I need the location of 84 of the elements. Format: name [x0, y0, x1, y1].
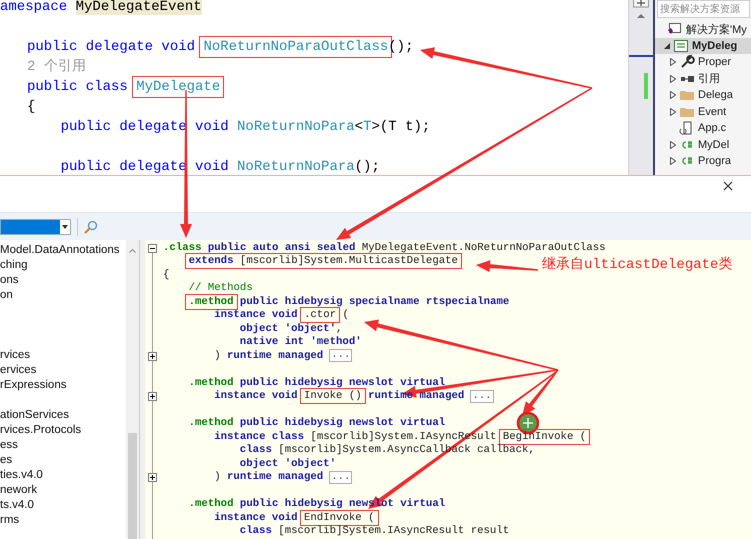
tree-item[interactable]: ching [0, 258, 126, 273]
tree-item[interactable]: ons [0, 273, 126, 288]
code-line: amespace MyDelegateEvent [0, 0, 202, 16]
change-marker [644, 73, 648, 99]
tree-item[interactable]: Delega [655, 87, 751, 104]
tree-item[interactable]: ess [0, 438, 126, 453]
project-icon [673, 38, 689, 54]
code-line: .class public auto ansi sealed MyDelegateEvent.NoReturnNoParaOutClass [163, 242, 606, 254]
collapsed-code-button[interactable]: ... [470, 390, 494, 403]
tree-item[interactable]: es [0, 453, 126, 468]
close-icon[interactable] [723, 181, 733, 191]
tree-item[interactable]: ervices [0, 363, 126, 378]
tree-item[interactable]: Progra [655, 153, 751, 170]
expand-arrow-icon[interactable] [669, 157, 677, 166]
expand-arrow-icon[interactable] [669, 108, 677, 116]
expand-arrow-icon[interactable] [669, 58, 677, 66]
tree-item[interactable]: ties.v4.0 [0, 468, 126, 483]
code-line: { [27, 98, 36, 116]
tree-item[interactable]: on [0, 288, 126, 303]
tree-item[interactable]: rvices [0, 348, 126, 363]
tree-item[interactable]: App.c [655, 120, 751, 136]
highlighted-code: EndInvoke ( [300, 510, 379, 526]
expand-arrow-icon[interactable] [669, 140, 677, 149]
code-line: class [mscorlib]System.IAsyncResult result [240, 525, 510, 538]
editor-scrollbar[interactable] [628, 0, 655, 175]
scroll-up-icon[interactable] [129, 249, 136, 253]
code-line: { [163, 268, 170, 281]
properties-icon [679, 54, 695, 70]
collapsed-code-button[interactable]: ... [329, 470, 352, 484]
code-line: public class [27, 78, 129, 96]
highlighted-code: BeginInvoke ( [498, 428, 590, 445]
tree-item[interactable]: ts.v4.0 [0, 498, 126, 513]
code-line: instance void [214, 390, 299, 402]
highlighted-code: Invoke () [300, 388, 366, 404]
split-icon[interactable] [633, 0, 649, 8]
expand-icon[interactable] [148, 473, 157, 482]
tree-item[interactable]: MyDeleg [655, 38, 751, 54]
expand-arrow-icon[interactable] [669, 74, 677, 83]
tree-item[interactable]: nework [0, 483, 126, 498]
dropdown-caret-icon[interactable] [62, 224, 68, 228]
assembly-dropdown[interactable] [0, 218, 71, 234]
collapse-arrow-icon[interactable] [663, 42, 671, 50]
code-line: ( [341, 309, 349, 322]
expand-icon[interactable] [148, 392, 157, 401]
code-line: .method public hidebysig newslot virtual [188, 417, 446, 430]
highlighted-code: .ctor [300, 307, 340, 324]
expand-arrow-icon[interactable] [669, 91, 677, 100]
tree-scrollbar[interactable] [126, 240, 139, 539]
expand-icon[interactable] [148, 352, 157, 360]
code-line: instance void [214, 309, 299, 322]
highlighted-code: MyDelegate [132, 76, 224, 98]
code-line: runtime managed [367, 390, 464, 402]
scrollbar-thumb[interactable] [128, 433, 137, 539]
tree-item[interactable]: Event [655, 104, 751, 120]
tree-item[interactable]: rExpressions [0, 378, 126, 393]
tree-item[interactable]: rms [0, 513, 126, 528]
code-line: .method public hidebysig newslot virtual [188, 376, 446, 389]
code-line: instance void [214, 512, 299, 524]
code-line: object 'object', [240, 322, 342, 335]
code-line: public delegate void [27, 38, 196, 56]
code-line: ) runtime managed [214, 471, 324, 484]
tree-item[interactable]: 引用 [655, 70, 751, 87]
code-line: public delegate void NoReturnNoPara<T>(T t); [60, 118, 430, 136]
caret-position-marker [629, 55, 653, 57]
code-line: object 'object' [240, 458, 336, 470]
search-field[interactable]: 搜索解决方案资源 [657, 0, 750, 18]
highlighted-code: extends [mscorlib]System.MulticastDelegate [184, 253, 462, 270]
annotation-arrow [476, 260, 538, 272]
highlighted-code: .method [184, 294, 238, 310]
code-line: ) runtime managed [214, 350, 324, 362]
collapsed-code-button[interactable]: ... [329, 349, 352, 362]
tree-item[interactable]: Proper [655, 54, 751, 70]
tree-item[interactable]: 解决方案'My [655, 21, 751, 38]
tree-item[interactable]: Model.DataAnnotations [0, 243, 126, 258]
tree-item[interactable]: ationServices [0, 408, 126, 423]
tree-item[interactable]: rvices.Protocols [0, 423, 126, 438]
code-line: public hidebysig specialname rtspecialname [238, 296, 510, 308]
scroll-up-icon[interactable] [637, 13, 645, 19]
search-icon[interactable] [84, 220, 98, 234]
annotation-note: 继承自ulticastDelegate类 [542, 256, 732, 274]
code-line: // Methods [188, 282, 253, 294]
code-line: native int 'method' [240, 336, 362, 348]
tree-item[interactable]: MyDel [655, 136, 751, 153]
collapse-icon[interactable] [148, 244, 157, 252]
